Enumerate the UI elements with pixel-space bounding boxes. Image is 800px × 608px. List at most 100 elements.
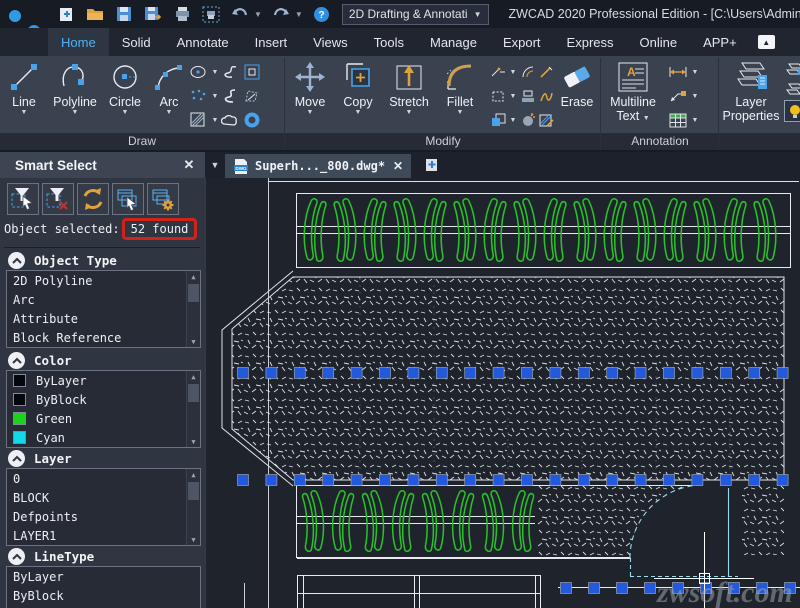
list-item[interactable]: Green — [7, 409, 200, 428]
multiline-text-button[interactable]: A Multiline Text ▼ — [602, 56, 664, 123]
leader-dropdown[interactable]: ▼ — [690, 93, 700, 100]
table-dropdown[interactable]: ▼ — [690, 117, 700, 124]
save-button[interactable] — [114, 4, 134, 24]
scrollbar-thumb[interactable] — [188, 384, 199, 402]
polyline-button[interactable]: Polyline ▼ — [48, 56, 102, 117]
tab-online[interactable]: Online — [627, 28, 691, 56]
revcloud-button[interactable] — [220, 110, 240, 130]
chevron-up-icon[interactable] — [8, 450, 25, 467]
print-preview-button[interactable] — [201, 4, 221, 24]
layer-on-off-button[interactable] — [784, 100, 800, 122]
scrollbar-thumb[interactable] — [188, 284, 199, 302]
ellipse-dropdown[interactable]: ▼ — [210, 69, 220, 76]
tab-tools[interactable]: Tools — [361, 28, 417, 56]
section-linetype[interactable]: LineType — [8, 548, 94, 565]
chevron-up-icon[interactable] — [8, 352, 25, 369]
scroll-up-icon[interactable]: ▲ — [187, 271, 200, 282]
table-button[interactable] — [668, 110, 688, 130]
new-document-button[interactable] — [421, 156, 443, 174]
scrollbar[interactable]: ▲▼ — [186, 469, 200, 545]
edit-hatch-button[interactable] — [536, 110, 556, 130]
circle-dropdown[interactable]: ▼ — [122, 109, 129, 117]
arc-button[interactable]: Arc ▼ — [148, 56, 190, 117]
copy-dropdown[interactable]: ▼ — [355, 109, 362, 117]
dimension-dropdown[interactable]: ▼ — [690, 69, 700, 76]
fillet-button[interactable]: Fillet ▼ — [436, 56, 484, 117]
list-item[interactable]: Defpoints — [7, 507, 200, 526]
undo-dropdown[interactable]: ▼ — [254, 10, 262, 19]
hatch-dropdown[interactable]: ▼ — [210, 117, 220, 124]
multiline-dropdown[interactable]: ▼ — [643, 115, 650, 122]
circle-button[interactable]: Circle ▼ — [102, 56, 148, 117]
ellipse-button[interactable] — [188, 62, 208, 82]
collapse-ribbon-button[interactable]: ▲ — [758, 35, 775, 49]
offset-button[interactable] — [518, 62, 538, 82]
stretch-dropdown[interactable]: ▼ — [406, 109, 413, 117]
list-item[interactable]: Arc — [7, 290, 200, 309]
edit-length-button[interactable] — [536, 62, 556, 82]
leader-button[interactable] — [668, 86, 688, 106]
scroll-down-icon[interactable]: ▼ — [187, 534, 200, 545]
move-button[interactable]: Move ▼ — [286, 56, 334, 117]
move-dropdown[interactable]: ▼ — [307, 109, 314, 117]
workspace-switcher[interactable]: 2D Drafting & Annotati ▼ — [342, 4, 489, 25]
close-document-icon[interactable]: ✕ — [393, 159, 403, 173]
layer-state-button[interactable] — [784, 60, 800, 80]
section-color[interactable]: Color — [8, 352, 72, 369]
point-dropdown[interactable]: ▼ — [210, 93, 220, 100]
help-button[interactable]: ? — [312, 4, 332, 24]
scrollbar[interactable]: ▲▼ — [186, 271, 200, 347]
fillet-dropdown[interactable]: ▼ — [457, 109, 464, 117]
document-tab[interactable]: DWG Superh..._800.dwg* ✕ — [225, 154, 411, 178]
tab-home[interactable]: Home — [48, 28, 109, 56]
polyline-dropdown[interactable]: ▼ — [72, 109, 79, 117]
select-settings-button[interactable] — [147, 183, 179, 215]
list-item[interactable]: ByBlock — [7, 390, 200, 409]
select-filter-button[interactable] — [7, 183, 39, 215]
clear-filter-button[interactable] — [42, 183, 74, 215]
mirror-button[interactable] — [536, 86, 556, 106]
section-object-type[interactable]: Object Type — [8, 252, 117, 269]
scale-button[interactable] — [488, 110, 508, 130]
break-button[interactable] — [488, 62, 508, 82]
tab-annotate[interactable]: Annotate — [164, 28, 242, 56]
scale-dropdown[interactable]: ▼ — [508, 117, 518, 124]
tab-app-plus[interactable]: APP+ — [690, 28, 750, 56]
tab-solid[interactable]: Solid — [109, 28, 164, 56]
list-item[interactable]: Block Reference — [7, 328, 200, 347]
break-dropdown[interactable]: ▼ — [508, 69, 518, 76]
tab-express[interactable]: Express — [554, 28, 627, 56]
refresh-button[interactable] — [77, 183, 109, 215]
list-item[interactable]: ByBlock — [7, 586, 200, 605]
layer-state2-button[interactable] — [784, 80, 800, 100]
scroll-down-icon[interactable]: ▼ — [187, 436, 200, 447]
hatch-button[interactable] — [188, 110, 208, 130]
tab-manage[interactable]: Manage — [417, 28, 490, 56]
smart-select-header[interactable]: Smart Select ✕ — [0, 152, 205, 178]
scale-rect-button[interactable] — [488, 86, 508, 106]
donut-button[interactable] — [242, 110, 262, 130]
drawing-canvas[interactable]: zwsoft.com — [205, 178, 800, 608]
tab-views[interactable]: Views — [300, 28, 360, 56]
dimension-button[interactable] — [668, 62, 688, 82]
undo-button[interactable] — [230, 4, 250, 24]
point-button[interactable] — [188, 86, 208, 106]
layer-properties-button[interactable]: Layer Properties — [720, 56, 782, 123]
redo-button[interactable] — [271, 4, 291, 24]
explode-button[interactable] — [518, 110, 538, 130]
redo-dropdown[interactable]: ▼ — [295, 10, 303, 19]
scrollbar[interactable]: ▲▼ — [186, 371, 200, 447]
print-button[interactable] — [172, 4, 192, 24]
save-as-button[interactable] — [143, 4, 163, 24]
align-button[interactable] — [518, 86, 538, 106]
line-button[interactable]: Line ▼ — [0, 56, 48, 117]
open-file-button[interactable] — [85, 4, 105, 24]
close-icon[interactable]: ✕ — [180, 156, 198, 174]
tab-insert[interactable]: Insert — [242, 28, 301, 56]
scale-rect-dropdown[interactable]: ▼ — [508, 93, 518, 100]
chevron-up-icon[interactable] — [8, 252, 25, 269]
spline-fit-button[interactable] — [220, 86, 240, 106]
list-item[interactable]: 2D Polyline — [7, 271, 200, 290]
document-list-dropdown[interactable]: ▼ — [205, 160, 225, 170]
scroll-up-icon[interactable]: ▲ — [187, 371, 200, 382]
